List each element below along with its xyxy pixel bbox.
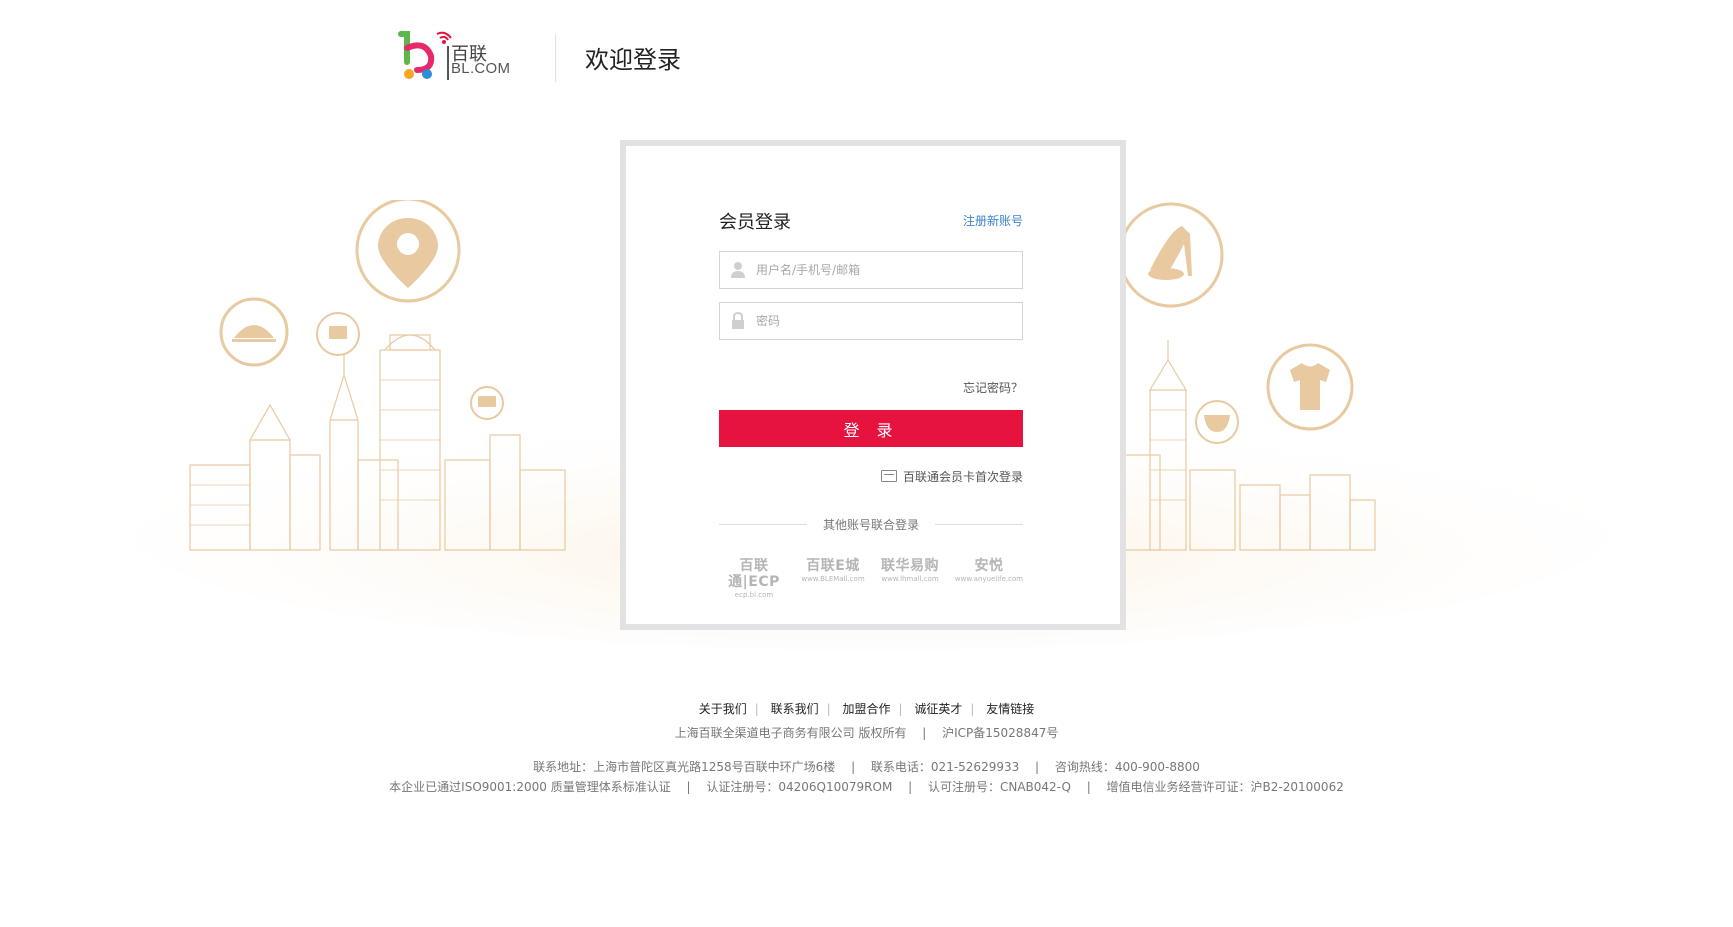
certification-info: 本企业已通过ISO9001:2000 质量管理体系标准认证 | 认证注册号：04…: [389, 780, 1344, 794]
register-link[interactable]: 注册新账号: [963, 212, 1023, 229]
member-card-login-link[interactable]: 百联通会员卡首次登录: [880, 468, 1023, 485]
partner-ecp-logo[interactable]: 百联通|ECP ecp.bl.com: [715, 558, 793, 599]
lock-icon: [732, 312, 744, 329]
contact-info: 联系地址：上海市普陀区真光路1258号百联中环广场6楼 | 联系电话：021-5…: [533, 760, 1200, 774]
partner-url: www.lhmall.com: [881, 575, 939, 583]
divider-line-right: [935, 524, 1023, 525]
partner-url: www.BLEMall.com: [801, 575, 865, 583]
partner-lhmall-logo[interactable]: 联华易购 www.lhmall.com: [875, 558, 945, 588]
login-title: 会员登录: [719, 212, 791, 233]
partner-anyue-logo[interactable]: 安悦 www.anyuelife.com: [951, 558, 1027, 588]
page-header: 百联 BL.COM 欢迎登录: [395, 22, 795, 88]
link-separator: |: [898, 702, 903, 716]
logo-en-text: BL.COM: [451, 60, 511, 77]
link-separator: |: [754, 702, 759, 716]
footer-link-contact[interactable]: 联系我们: [771, 702, 819, 716]
partner-url: ecp.bl.com: [734, 591, 774, 599]
partner-name: 百联E城: [806, 558, 860, 574]
other-login-divider: 其他账号联合登录: [719, 516, 1023, 532]
password-input[interactable]: [754, 303, 1018, 339]
username-field[interactable]: [719, 251, 1023, 289]
copyright-text: 上海百联全渠道电子商务有限公司 版权所有 | 沪ICP备15028847号: [674, 726, 1059, 740]
login-panel: 会员登录 注册新账号 忘记密码？ 登 录 百联通会员卡首次登录 其他账号联合登录: [620, 140, 1126, 630]
member-card-login-label: 百联通会员卡首次登录: [902, 470, 1023, 484]
username-input[interactable]: [754, 252, 1018, 288]
link-separator: |: [826, 702, 831, 716]
footer-link-about[interactable]: 关于我们: [699, 702, 747, 716]
link-separator: |: [970, 702, 975, 716]
footer-link-friends[interactable]: 友情链接: [986, 702, 1034, 716]
footer-link-join[interactable]: 加盟合作: [842, 702, 890, 716]
partner-blemall-logo[interactable]: 百联E城 www.BLEMall.com: [795, 558, 871, 588]
login-button[interactable]: 登 录: [719, 410, 1023, 447]
card-icon: [880, 470, 897, 482]
partner-name: 联华易购: [881, 558, 939, 574]
partner-name: 百联通|ECP: [728, 558, 780, 590]
user-icon: [731, 262, 745, 278]
footer-link-careers[interactable]: 诚征英才: [914, 702, 962, 716]
page-title: 欢迎登录: [585, 46, 681, 74]
header-divider: [555, 34, 556, 82]
footer-links: 关于我们 | 联系我们 | 加盟合作 | 诚征英才 | 友情链接: [0, 700, 1733, 717]
partner-url: www.anyuelife.com: [954, 575, 1024, 583]
partner-logos: 百联通|ECP ecp.bl.com 百联E城 www.BLEMall.com …: [715, 558, 1027, 599]
partner-name: 安悦: [974, 558, 1004, 574]
password-field[interactable]: [719, 302, 1023, 340]
forgot-password-link[interactable]: 忘记密码？: [963, 379, 1023, 396]
